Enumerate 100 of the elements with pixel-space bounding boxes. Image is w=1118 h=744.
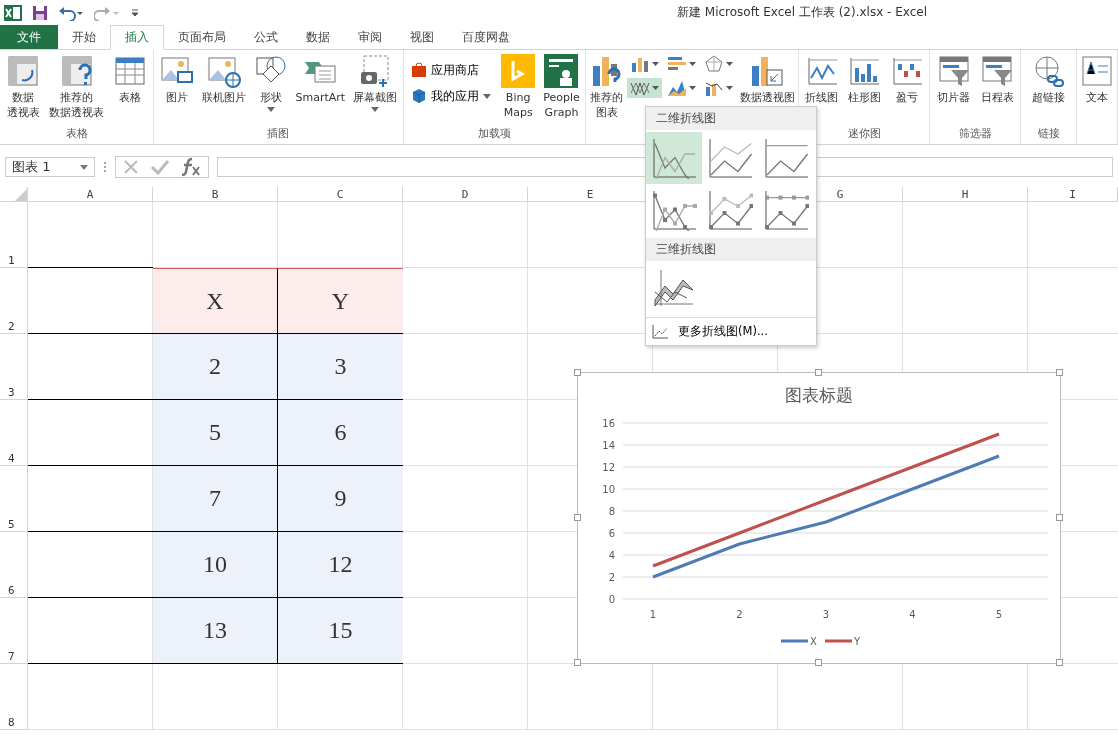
- store-bag-icon: [411, 62, 428, 78]
- customize-caret-icon[interactable]: [130, 6, 140, 19]
- ribbon-button[interactable]: 切片器: [935, 54, 972, 105]
- function-icon[interactable]: [180, 157, 202, 177]
- group-label: 筛选器: [957, 126, 993, 142]
- resize-handle[interactable]: [1056, 514, 1063, 521]
- ribbon-button[interactable]: 超链接: [1030, 54, 1067, 105]
- resize-handle[interactable]: [574, 514, 581, 521]
- column-header[interactable]: I: [1028, 187, 1118, 202]
- line-chart-icon: [652, 324, 668, 339]
- bing-logo-icon: [501, 54, 536, 88]
- group-label: 插图: [266, 126, 291, 142]
- table-cell: 3: [278, 334, 403, 400]
- chart-type-button[interactable]: [627, 78, 663, 98]
- axis-label: 5: [995, 609, 1003, 620]
- ribbon-tab[interactable]: 插入: [110, 25, 164, 50]
- ribbon-button[interactable]: 屏幕截图: [352, 54, 399, 112]
- axis-label: 4: [909, 609, 916, 620]
- ribbon-tab[interactable]: 开始: [58, 25, 110, 49]
- check-icon[interactable]: [150, 158, 170, 176]
- row-header[interactable]: 1: [0, 202, 28, 268]
- ribbon-tab[interactable]: 页面布局: [164, 25, 240, 49]
- ribbon-button[interactable]: People Graph: [542, 54, 581, 120]
- resize-handle[interactable]: [574, 369, 581, 376]
- axis-label: 2: [608, 572, 615, 583]
- ribbon-button[interactable]: Bing Maps: [500, 54, 537, 120]
- resize-handle[interactable]: [574, 659, 581, 666]
- pivot-question-icon: [59, 54, 94, 88]
- file-tab[interactable]: 文件: [0, 25, 58, 49]
- slicer-icon: [936, 54, 971, 88]
- axis-label: 8: [608, 506, 615, 517]
- ribbon-tab[interactable]: 审阅: [344, 25, 396, 49]
- drag-handle-icon[interactable]: [103, 161, 107, 173]
- table-cell: 6: [278, 400, 403, 466]
- redo-icon[interactable]: [94, 4, 120, 21]
- resize-handle[interactable]: [1056, 659, 1063, 666]
- ribbon-button[interactable]: 推荐的 数据透视表: [48, 54, 106, 120]
- ribbon-button[interactable]: 表格: [112, 54, 149, 105]
- legend-label: X: [810, 636, 817, 647]
- cancel-icon[interactable]: [122, 158, 140, 176]
- more-line-charts-item[interactable]: 更多折线图(M)...: [646, 317, 816, 345]
- table-cell: Y: [278, 268, 403, 334]
- row-header[interactable]: 2: [0, 268, 28, 334]
- resize-handle[interactable]: [815, 369, 822, 376]
- table-cell: 12: [278, 532, 403, 598]
- ribbon-tab[interactable]: 公式: [240, 25, 292, 49]
- table-cell: 5: [153, 400, 278, 466]
- ribbon-button[interactable]: 折线图: [803, 54, 840, 105]
- axis-label: 10: [602, 484, 615, 495]
- column-header[interactable]: A: [28, 187, 153, 202]
- ribbon-button[interactable]: SmartArt: [294, 54, 347, 105]
- ribbon-tab[interactable]: 数据: [292, 25, 344, 49]
- name-box[interactable]: 图表 1: [5, 157, 95, 177]
- ribbon-button[interactable]: 联机图片: [200, 54, 247, 105]
- ribbon-button[interactable]: 推荐的 图表: [588, 54, 625, 120]
- row-header[interactable]: 5: [0, 466, 28, 532]
- caret-icon: [80, 164, 88, 170]
- person-board-icon: [544, 54, 579, 88]
- table-cell: 7: [153, 466, 278, 532]
- ribbon-button[interactable]: 柱形图: [846, 54, 883, 105]
- resize-handle[interactable]: [1056, 369, 1063, 376]
- ribbon-tab[interactable]: 视图: [396, 25, 448, 49]
- axis-label: 4: [608, 550, 615, 561]
- chart-area[interactable]: 图表标题 0 2 4 6 8 10 12 14 16 1 2 3 4 5 X Y: [577, 372, 1061, 664]
- legend-line: [825, 639, 852, 643]
- ribbon-button[interactable]: 数据透视图: [738, 54, 796, 105]
- axis-label: 0: [608, 594, 615, 605]
- ribbon-button[interactable]: 形状: [252, 54, 289, 112]
- row-header[interactable]: 4: [0, 400, 28, 466]
- ribbon-button[interactable]: 图片: [158, 54, 195, 105]
- caret-icon: [652, 62, 660, 66]
- group-label: 迷你图: [846, 126, 882, 142]
- ribbon-button[interactable]: 应用商店: [408, 60, 495, 80]
- line-chart-icon: [763, 137, 809, 179]
- undo-icon[interactable]: [58, 4, 84, 21]
- chart-type-option[interactable]: [646, 132, 702, 184]
- column-header[interactable]: C: [278, 187, 403, 202]
- axis-label: 16: [602, 418, 615, 429]
- row-header[interactable]: 6: [0, 532, 28, 598]
- ribbon-tab[interactable]: 百度网盘: [448, 25, 524, 49]
- save-icon[interactable]: [32, 4, 48, 21]
- timeline-icon: [980, 54, 1014, 88]
- row-header[interactable]: 8: [0, 664, 28, 730]
- bar-chart-icon: [667, 55, 688, 73]
- ribbon-button[interactable]: 数据 透视表: [5, 54, 42, 120]
- select-all-icon[interactable]: [15, 189, 27, 201]
- ribbon-button[interactable]: 日程表: [979, 54, 1015, 105]
- caret-icon: [652, 86, 660, 90]
- column-header[interactable]: B: [153, 187, 278, 202]
- axis-label: 6: [608, 528, 615, 539]
- row-header[interactable]: 3: [0, 334, 28, 400]
- chart-title: 图表标题: [785, 385, 853, 405]
- column-header[interactable]: H: [903, 187, 1028, 202]
- row-header[interactable]: 7: [0, 598, 28, 664]
- column-header[interactable]: D: [403, 187, 528, 202]
- resize-handle[interactable]: [815, 659, 822, 666]
- caret-icon: [689, 62, 697, 66]
- ribbon-button[interactable]: 我的应用: [408, 86, 495, 106]
- ribbon-button[interactable]: 盈亏: [888, 54, 925, 105]
- ribbon-button[interactable]: 文本: [1079, 54, 1115, 105]
